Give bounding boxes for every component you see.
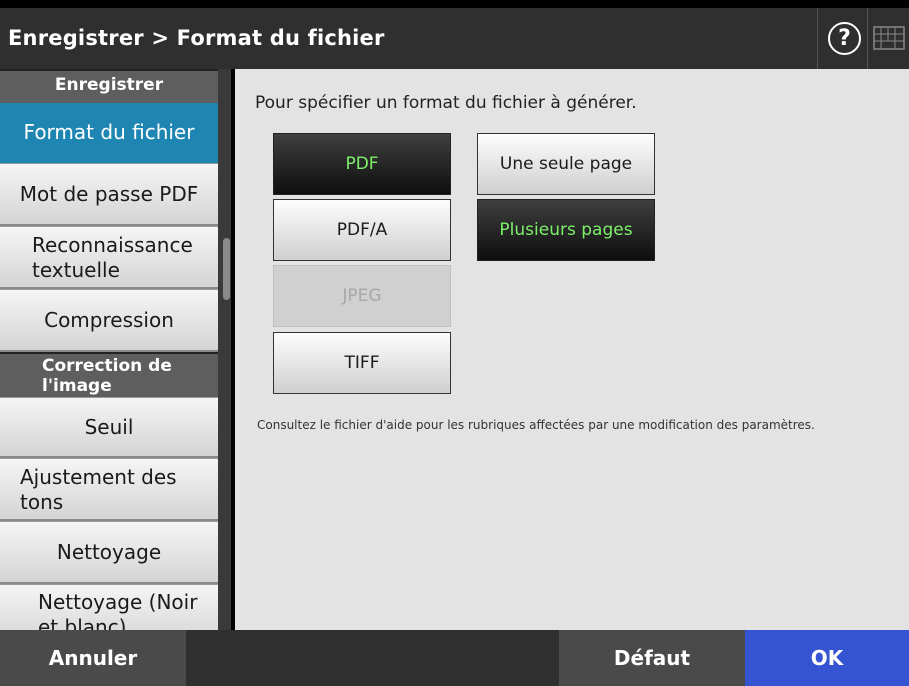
keyboard-icon[interactable] xyxy=(873,26,905,50)
instruction-text: Pour spécifier un format du fichier à gé… xyxy=(255,93,637,113)
single-page-button[interactable]: Une seule page xyxy=(477,133,655,195)
sidebar-list: Enregistrer Format du fichier Mot de pas… xyxy=(0,69,218,630)
format-pdf-button[interactable]: PDF xyxy=(273,133,451,195)
title-bar: Enregistrer > Format du fichier ? xyxy=(0,8,909,69)
help-circle-icon: ? xyxy=(828,22,861,55)
format-tiff-button[interactable]: TIFF xyxy=(273,332,451,394)
sidebar-scroll-thumb[interactable] xyxy=(223,238,230,300)
sidebar-section-header: Correction de l'image xyxy=(0,352,218,397)
format-jpeg-button: JPEG xyxy=(273,265,451,327)
sidebar-item-nettoyage[interactable]: Nettoyage xyxy=(0,521,218,584)
default-button[interactable]: Défaut xyxy=(559,630,745,686)
sidebar-item-format-du-fichier[interactable]: Format du fichier xyxy=(0,103,218,163)
sidebar-section-header: Enregistrer xyxy=(0,69,218,103)
format-pdfa-button[interactable]: PDF/A xyxy=(273,199,451,261)
sidebar[interactable]: Enregistrer Format du fichier Mot de pas… xyxy=(0,69,231,630)
sidebar-item-mot-de-passe-pdf[interactable]: Mot de passe PDF xyxy=(0,163,218,226)
main-panel: Pour spécifier un format du fichier à gé… xyxy=(235,69,909,630)
help-note: Consultez le fichier d'aide pour les rub… xyxy=(257,418,815,432)
sidebar-item-reconnaissance-textuelle[interactable]: Reconnaissance textuelle xyxy=(0,226,218,289)
bottom-bar: Annuler Défaut OK xyxy=(0,630,909,686)
page-title: Enregistrer > Format du fichier xyxy=(8,26,385,50)
sidebar-item-ajustement-des-tons[interactable]: Ajustement des tons xyxy=(0,458,218,521)
sidebar-item-nettoyage-noir-et-blanc[interactable]: Nettoyage (Noir et blanc) xyxy=(0,584,218,630)
ok-button[interactable]: OK xyxy=(745,630,909,686)
cancel-button[interactable]: Annuler xyxy=(0,630,186,686)
sidebar-item-compression[interactable]: Compression xyxy=(0,289,218,352)
help-button[interactable]: ? xyxy=(817,8,868,69)
multi-page-button[interactable]: Plusieurs pages xyxy=(477,199,655,261)
sidebar-item-seuil[interactable]: Seuil xyxy=(0,397,218,458)
sidebar-scrollbar[interactable] xyxy=(222,69,231,630)
